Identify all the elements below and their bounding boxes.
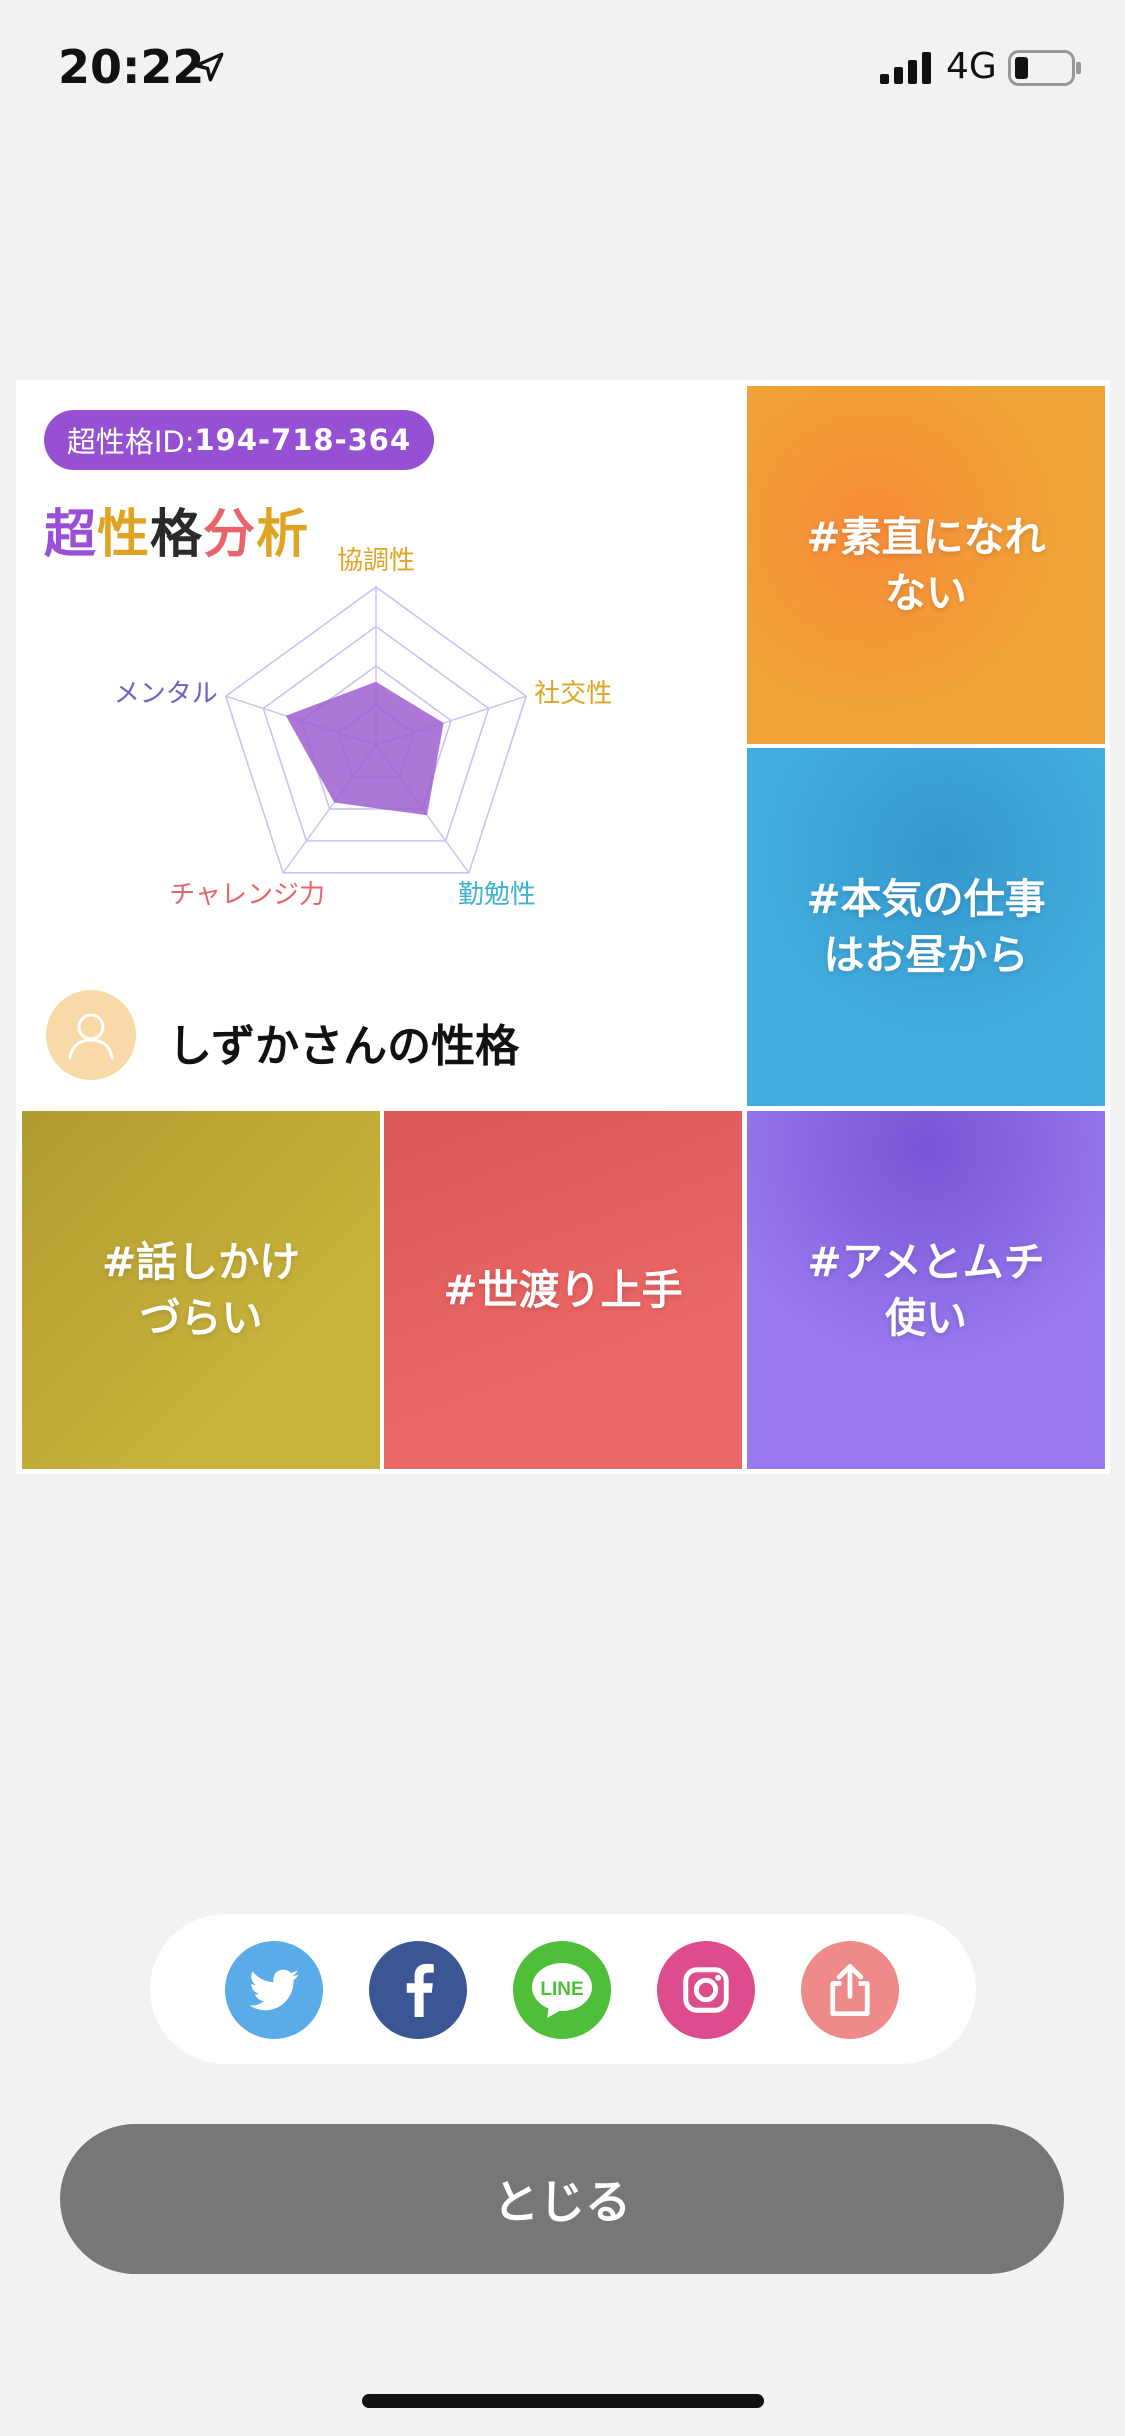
personality-tag-tile[interactable]: #世渡り上手: [384, 1111, 742, 1469]
avatar: [46, 990, 136, 1080]
id-label: 超性格ID:: [66, 425, 195, 459]
personality-tag-label: #素直になれ ない: [806, 513, 1046, 617]
personality-id-badge: 超性格ID: 194-718-364: [44, 410, 434, 470]
personality-result-card: 超性格ID: 194-718-364 超性格分析 協調性 社交性 勤勉性 チャレンジ力メ…: [16, 380, 1110, 1474]
share-bar: LINE: [150, 1914, 976, 2064]
radar-value-area: [285, 681, 444, 816]
personality-tag-label: #アメとムチ 使い: [807, 1238, 1045, 1342]
status-time: 20:22: [58, 40, 205, 94]
share-icon: [830, 1963, 870, 2017]
share-facebook-button[interactable]: [369, 1941, 467, 2039]
radar-axis-label: 社交性: [534, 679, 612, 709]
personality-tag-label: #世渡り上手: [443, 1266, 683, 1314]
share-instagram-button[interactable]: [657, 1941, 755, 2039]
home-indicator: [362, 2394, 764, 2408]
personality-tag-tile[interactable]: #話しかけ づらい: [22, 1111, 380, 1469]
radar-axis-label: メンタル: [114, 679, 218, 709]
status-bar: 20:22 4G: [0, 0, 1125, 140]
share-line-button[interactable]: LINE: [513, 1941, 611, 2039]
network-type: 4G: [946, 46, 997, 87]
radar-axis-label: 協調性: [337, 546, 415, 576]
signal-icon: [880, 52, 931, 84]
personality-summary: 超性格ID: 194-718-364 超性格分析 協調性 社交性 勤勉性 チャレンジ力メ…: [16, 380, 742, 1106]
personality-radar-chart: 協調性社交性勤勉性 チャレンジ力 メンタル: [76, 540, 676, 940]
personality-owner-title: しずかさんの性格: [168, 1021, 520, 1072]
twitter-icon: [249, 1969, 299, 2011]
personality-tag-label: #話しかけ づらい: [101, 1238, 301, 1342]
battery-icon: [1008, 50, 1081, 86]
line-icon: LINE: [532, 1963, 592, 2018]
radar-axis-label: チャレンジ力: [169, 880, 325, 910]
personality-tag-tile[interactable]: #素直になれ ない: [747, 386, 1105, 744]
radar-axis-label: 勤勉性: [458, 880, 536, 910]
share-twitter-button[interactable]: [225, 1941, 323, 2039]
personality-tag-tile[interactable]: #本気の仕事 はお昼から: [747, 748, 1105, 1106]
close-button[interactable]: とじる: [60, 2124, 1064, 2274]
line-icon-label: LINE: [540, 1979, 583, 2000]
share-more-button[interactable]: [801, 1941, 899, 2039]
location-arrow-icon: [194, 52, 224, 82]
id-value: 194-718-364: [194, 423, 412, 457]
personality-tag-tile[interactable]: #アメとムチ 使い: [747, 1111, 1105, 1469]
personality-tag-label: #本気の仕事 はお昼から: [806, 875, 1046, 979]
instagram-icon: [683, 1967, 729, 2013]
facebook-icon: [406, 1963, 434, 2017]
person-icon: [68, 1013, 114, 1060]
